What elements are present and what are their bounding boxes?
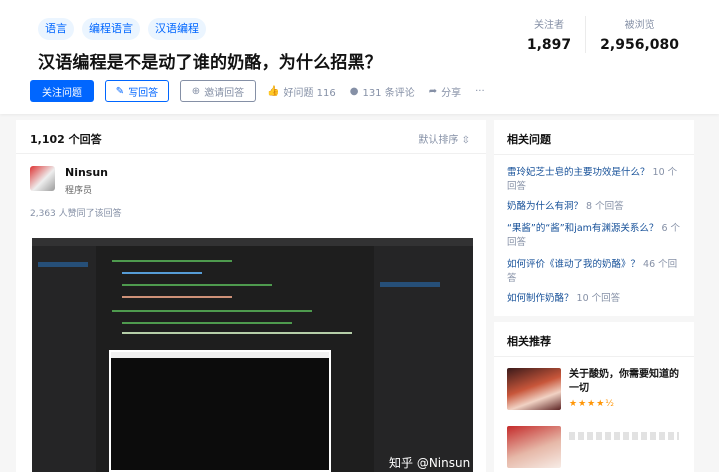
recommend-title-placeholder (569, 432, 679, 440)
recommend-item[interactable]: 关于酸奶，你需要知道的一切 ★★★★½ (507, 368, 687, 410)
stat-label: 关注者 (534, 20, 565, 31)
invite-answer-button[interactable]: ⊕ 邀请回答 (180, 80, 256, 102)
watermark: 知乎 @Ninsun (389, 456, 471, 470)
console-titlebar (111, 352, 329, 358)
topic-tag[interactable]: 编程语言 (82, 18, 140, 40)
ide-explorer (32, 246, 96, 472)
related-question-link[interactable]: 如何制作奶酪？ (507, 293, 574, 304)
sort-dropdown[interactable]: 默认排序 ⇳ (418, 131, 470, 146)
follow-question-button[interactable]: 关注问题 (30, 80, 94, 102)
code-line (122, 322, 292, 324)
code-line (112, 260, 232, 262)
write-answer-label: 写回答 (128, 87, 159, 99)
related-question-link[interactable]: 雷玲妃芝士皂的主要功效是什么？ (507, 167, 650, 178)
related-question-item: “果酱”的“酱”和jam有渊源关系么？ 6 个回答 (507, 222, 683, 250)
stat-label: 被浏览 (624, 20, 655, 31)
related-question-link[interactable]: 奶酪为什么有洞？ (507, 201, 583, 212)
more-button[interactable]: ··· (475, 86, 485, 97)
stat-value: 2,956,080 (600, 37, 679, 53)
recommend-card: 相关推荐 关于酸奶，你需要知道的一切 ★★★★½ (494, 322, 694, 472)
related-question-item: 奶酪为什么有洞？ 8 个回答 (507, 200, 683, 214)
followers-stat: 关注者 1,897 (513, 16, 585, 53)
author-name[interactable]: Ninsun (65, 166, 108, 179)
views-stat: 被浏览 2,956,080 (585, 16, 693, 53)
sort-label: 默认排序 (418, 135, 459, 146)
recommend-cover-image (507, 426, 561, 468)
recommend-cover-image (507, 368, 561, 410)
chevron-updown-icon: ⇳ (461, 135, 470, 146)
comments-button[interactable]: ● 131 条评论 (350, 84, 415, 99)
author-info: Ninsun 程序员 (65, 166, 108, 196)
related-question-link[interactable]: 如何评价《谁动了我的奶酪》？ (507, 259, 640, 270)
code-line (122, 332, 352, 334)
share-label: 分享 (441, 87, 462, 99)
pencil-icon: ✎ (115, 85, 125, 97)
answers-list-header: 1,102 个回答 默认排序 ⇳ (16, 120, 486, 154)
recommend-info: 关于酸奶，你需要知道的一切 ★★★★½ (569, 368, 687, 410)
thumbs-up-icon: 👍 (267, 85, 280, 97)
answer-count: 10 个回答 (576, 293, 621, 304)
share-icon: ➦ (428, 85, 438, 97)
author-description: 程序员 (65, 186, 93, 196)
answer-count: 8 个回答 (586, 201, 624, 212)
topic-tag[interactable]: 语言 (38, 18, 74, 40)
answer-author: Ninsun 程序员 (30, 166, 108, 196)
related-questions-card: 相关问题 雷玲妃芝士皂的主要功效是什么？ 10 个回答 奶酪为什么有洞？ 8 个… (494, 120, 694, 316)
vote-summary: 2,363 人赞同了该回答 (30, 209, 122, 219)
recommend-title: 相关推荐 (507, 335, 551, 348)
rating-stars: ★★★★½ (569, 399, 615, 409)
question-header: 语言 编程语言 汉语编程 汉语编程是不是动了谁的奶酪，为什么招黑？ 关注者 1,… (0, 0, 719, 114)
question-actions: 关注问题 ✎ 写回答 ⊕ 邀请回答 👍 好问题 116 ● 131 条评论 ➦ … (30, 80, 499, 102)
answer-count: 1,102 个回答 (30, 133, 102, 146)
topic-tags: 语言 编程语言 汉语编程 (38, 18, 206, 40)
answers-panel: 1,102 个回答 默认排序 ⇳ Ninsun 程序员 2,363 人赞同了该回… (16, 120, 486, 472)
related-question-link[interactable]: “果酱”的“酱”和jam有渊源关系么？ (507, 223, 658, 234)
question-stats: 关注者 1,897 被浏览 2,956,080 (513, 16, 693, 53)
comment-icon: ● (349, 85, 359, 97)
divider (494, 356, 694, 357)
code-line (112, 310, 312, 312)
question-title: 汉语编程是不是动了谁的奶酪，为什么招黑？ (38, 53, 382, 73)
stat-value: 1,897 (526, 37, 572, 53)
ide-titlebar (32, 238, 473, 246)
recommend-item[interactable] (507, 426, 687, 468)
comments-label: 131 条评论 (362, 87, 415, 99)
write-answer-button[interactable]: ✎ 写回答 (105, 80, 169, 102)
avatar[interactable] (30, 166, 55, 191)
divider (494, 154, 694, 155)
code-line (122, 296, 232, 298)
code-line (122, 284, 272, 286)
answer-screenshot-image: 知乎 @Ninsun (32, 238, 473, 472)
good-question-label: 好问题 116 (283, 87, 336, 99)
person-add-icon: ⊕ (191, 85, 201, 97)
recommend-info (569, 426, 687, 468)
recommend-title-text: 关于酸奶，你需要知道的一切 (569, 369, 679, 394)
code-line (122, 272, 202, 274)
related-question-item: 雷玲妃芝士皂的主要功效是什么？ 10 个回答 (507, 166, 683, 194)
console-window (109, 350, 331, 472)
related-question-item: 如何制作奶酪？ 10 个回答 (507, 292, 683, 306)
ide-solution-panel (374, 246, 473, 472)
ide-selection (380, 282, 440, 287)
topic-tag[interactable]: 汉语编程 (148, 18, 206, 40)
ide-selection (38, 262, 88, 267)
good-question-button[interactable]: 👍 好问题 116 (267, 84, 336, 99)
share-button[interactable]: ➦ 分享 (429, 84, 461, 99)
invite-answer-label: 邀请回答 (204, 87, 245, 99)
related-question-item: 如何评价《谁动了我的奶酪》？ 46 个回答 (507, 258, 683, 286)
related-questions-title: 相关问题 (507, 133, 551, 146)
